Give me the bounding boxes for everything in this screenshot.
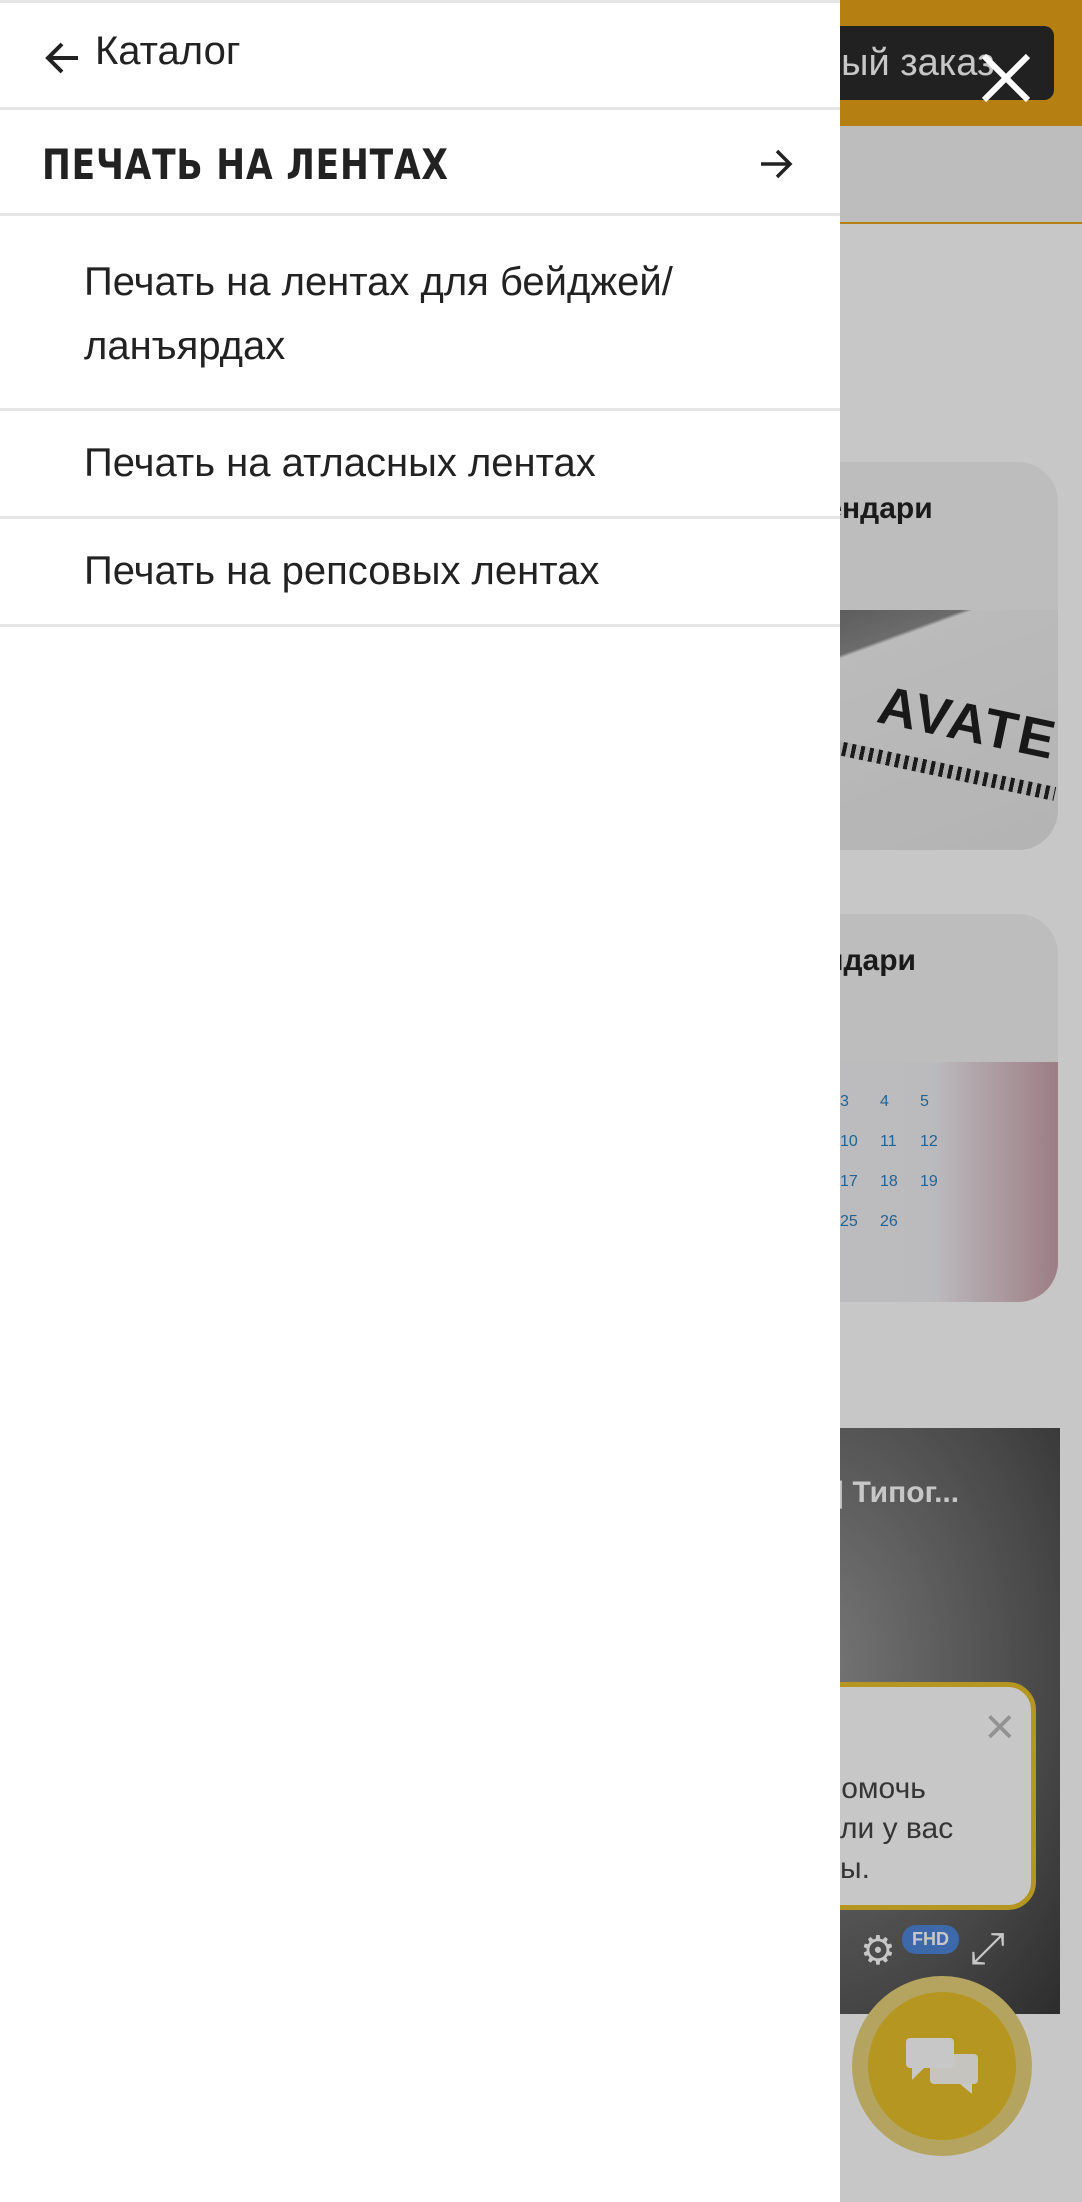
category-title: ПЕЧАТЬ НА ЛЕНТАХ <box>42 140 449 189</box>
back-to-catalog[interactable]: Каталог <box>0 0 840 110</box>
catalog-drawer: Каталог ПЕЧАТЬ НА ЛЕНТАХ Печать на лента… <box>0 0 840 2202</box>
back-label: Каталог <box>95 29 241 73</box>
close-icon[interactable] <box>978 50 1034 106</box>
category-header[interactable]: ПЕЧАТЬ НА ЛЕНТАХ <box>0 110 840 216</box>
menu-item-satin-ribbons[interactable]: Печать на атласных лентах <box>0 411 840 519</box>
menu-item-grosgrain-ribbons[interactable]: Печать на репсовых лентах <box>0 519 840 627</box>
menu-item-badge-lanyard-ribbons[interactable]: Печать на лентах для бейджей/ ланъярдах <box>0 216 840 411</box>
arrow-left-icon <box>45 42 78 74</box>
arrow-right-icon[interactable] <box>758 146 794 182</box>
